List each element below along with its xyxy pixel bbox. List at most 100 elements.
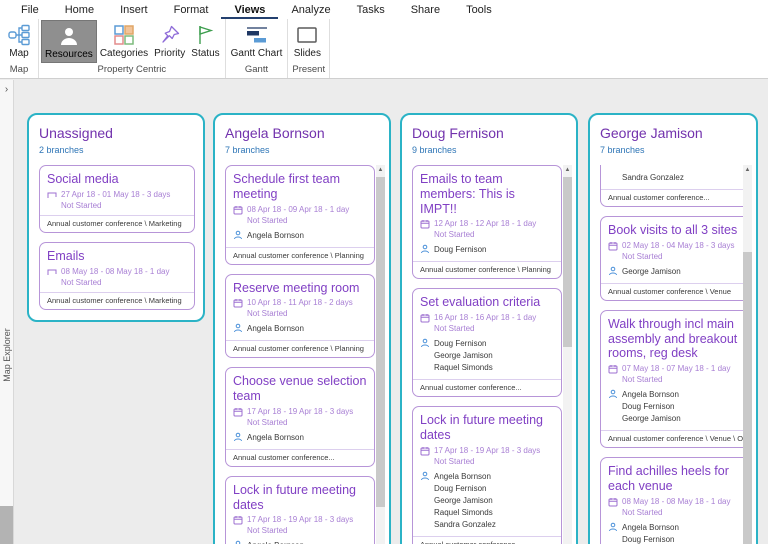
task-topic-path: Annual customer conference \ Marketing: [40, 292, 194, 309]
task-dates-row: 08 Apr 18 - 09 Apr 18 - 1 day: [233, 205, 367, 215]
task-card-title: Lock in future meeting dates: [420, 413, 554, 443]
task-topic-path: Annual customer conference...: [601, 189, 749, 206]
scrollbar-thumb[interactable]: [743, 252, 752, 544]
task-dates-row: 10 Apr 18 - 11 Apr 18 - 2 days: [233, 298, 367, 308]
task-card[interactable]: Walk through incl main assembly and brea…: [600, 310, 750, 448]
card-list: Social media27 Apr 18 - 01 May 18 - 3 da…: [39, 165, 195, 310]
resource-name-list: Angela BornsonDoug FernisonGeorge Jamiso…: [247, 540, 309, 544]
status-button[interactable]: Status: [188, 20, 222, 63]
expand-panel-chevron-icon[interactable]: ›: [0, 80, 13, 95]
scroll-up-arrow-icon[interactable]: ▲: [563, 165, 572, 176]
task-dates-row: 02 May 18 - 04 May 18 - 3 days: [608, 241, 742, 251]
resource-name: Angela Bornson: [622, 522, 681, 534]
task-card[interactable]: Lock in future meeting dates17 Apr 18 - …: [225, 476, 375, 544]
task-status: Not Started: [622, 508, 742, 517]
priority-button-label: Priority: [154, 48, 185, 59]
tab-file[interactable]: File: [8, 1, 52, 19]
gantt-chart-button[interactable]: Gantt Chart: [228, 20, 286, 63]
column-scrollbar[interactable]: ▲: [376, 165, 385, 544]
resources-button[interactable]: Resources: [41, 20, 97, 63]
scroll-up-arrow-icon[interactable]: ▲: [743, 165, 752, 176]
gantt-chart-button-label: Gantt Chart: [231, 48, 283, 59]
task-card[interactable]: Find achilles heels for each venue08 May…: [600, 457, 750, 544]
task-dates: 02 May 18 - 04 May 18 - 3 days: [622, 241, 735, 250]
task-resources: Angela Bornson: [233, 230, 367, 242]
task-card[interactable]: Book visits to all 3 sites02 May 18 - 04…: [600, 216, 750, 301]
person-icon: [420, 244, 430, 254]
tab-tools[interactable]: Tools: [453, 1, 505, 19]
person-icon: [233, 230, 243, 240]
task-card[interactable]: Lock in future meeting dates 17 Apr 18 - …: [412, 406, 562, 544]
map-explorer-panel: › Map Explorer: [0, 80, 14, 544]
categories-button[interactable]: Categories: [97, 20, 151, 63]
task-card[interactable]: Emails08 May 18 - 08 May 18 - 1 dayNot S…: [39, 242, 195, 310]
task-dates: 16 Apr 18 - 16 Apr 18 - 1 day: [434, 313, 536, 322]
resource-name: Doug Fernison: [622, 401, 681, 413]
task-card-title: Emails to team members: This is IMPT!!: [420, 172, 554, 216]
resource-column-title: Unassigned: [39, 125, 197, 141]
map-view-button[interactable]: Map: [2, 20, 36, 63]
resources-button-label: Resources: [45, 49, 93, 60]
resource-name: George Jamison: [622, 266, 681, 278]
calendar-icon: [233, 515, 243, 525]
resource-name: Angela Bornson: [247, 432, 304, 444]
ribbon-group-label-map: Map: [0, 63, 38, 78]
task-dates: 17 Apr 18 - 19 Apr 18 - 3 days: [247, 407, 353, 416]
scroll-up-arrow-icon[interactable]: ▲: [376, 165, 385, 176]
task-card[interactable]: Emails to team members: This is IMPT!!12…: [412, 165, 562, 279]
tab-format[interactable]: Format: [161, 1, 222, 19]
task-card-title: Find achilles heels for each venue: [608, 464, 742, 494]
scrollbar-thumb[interactable]: [563, 177, 572, 347]
task-card-title: Set evaluation criteria: [420, 295, 554, 310]
ribbon-toolbar: Map Map Resources: [0, 19, 768, 78]
resource-name: Sandra Gonzalez: [434, 519, 496, 531]
resource-column-title: Angela Bornson: [225, 125, 383, 141]
tab-analyze[interactable]: Analyze: [278, 1, 343, 19]
ribbon-group-map: Map Map: [0, 19, 39, 78]
task-status: Not Started: [61, 278, 187, 287]
scrollbar-thumb[interactable]: [376, 177, 385, 507]
task-card[interactable]: Sandra GonzalezAnnual customer conferenc…: [600, 165, 750, 207]
map-button-label: Map: [9, 48, 28, 59]
resource-column-title: George Jamison: [600, 125, 750, 141]
app-window: File Home Insert Format Views Analyze Ta…: [0, 0, 768, 544]
map-explorer-label[interactable]: Map Explorer: [2, 328, 12, 382]
task-status: Not Started: [434, 230, 554, 239]
tab-tasks[interactable]: Tasks: [344, 1, 398, 19]
panel-bottom-block: [0, 506, 13, 544]
task-resources: Angela Bornson: [233, 323, 367, 335]
task-resources: Angela BornsonDoug FernisonGeorge Jamiso…: [420, 471, 554, 531]
column-scrollbar[interactable]: ▲: [563, 165, 572, 544]
task-card[interactable]: Schedule first team meeting08 Apr 18 - 0…: [225, 165, 375, 265]
task-resources: Doug FernisonGeorge JamisonRaquel Simond…: [420, 338, 554, 374]
branch-count: 7 branches: [600, 145, 750, 155]
person-icon: [233, 323, 243, 333]
tab-insert[interactable]: Insert: [107, 1, 161, 19]
task-card[interactable]: Choose venue selection team17 Apr 18 - 1…: [225, 367, 375, 467]
resource-name: Doug Fernison: [434, 483, 496, 495]
task-topic-path: Annual customer conference...: [226, 449, 374, 466]
task-card[interactable]: Reserve meeting room10 Apr 18 - 11 Apr 1…: [225, 274, 375, 359]
tab-views[interactable]: Views: [221, 1, 278, 19]
resource-name: Angela Bornson: [247, 230, 304, 242]
task-topic-path: Annual customer conference...: [413, 536, 561, 544]
tab-share[interactable]: Share: [398, 1, 453, 19]
resource-column: Doug Fernison9 branchesEmails to team me…: [400, 113, 578, 544]
task-dates: 17 Apr 18 - 19 Apr 18 - 3 days: [247, 515, 353, 524]
task-dates: 17 Apr 18 - 19 Apr 18 - 3 days: [434, 446, 540, 455]
task-topic-path: Annual customer conference \ Marketing: [40, 215, 194, 232]
column-scrollbar[interactable]: ▲: [743, 165, 752, 544]
tab-home[interactable]: Home: [52, 1, 107, 19]
resource-name: Doug Fernison: [622, 534, 681, 544]
task-dates-row: 17 Apr 18 - 19 Apr 18 - 3 days: [420, 446, 554, 456]
task-card[interactable]: Social media27 Apr 18 - 01 May 18 - 3 da…: [39, 165, 195, 233]
resource-name: Angela Bornson: [247, 540, 309, 544]
priority-button[interactable]: Priority: [151, 20, 188, 63]
task-card[interactable]: Set evaluation criteria 16 Apr 18 - 16 Ap…: [412, 288, 562, 397]
calendar-icon: [233, 205, 243, 215]
slides-button[interactable]: Slides: [290, 20, 324, 63]
person-icon: [608, 389, 618, 399]
task-dates: 27 Apr 18 - 01 May 18 - 3 days: [61, 190, 170, 199]
task-topic-path: Annual customer conference \ Venue: [601, 283, 749, 300]
task-status: Not Started: [247, 526, 367, 535]
